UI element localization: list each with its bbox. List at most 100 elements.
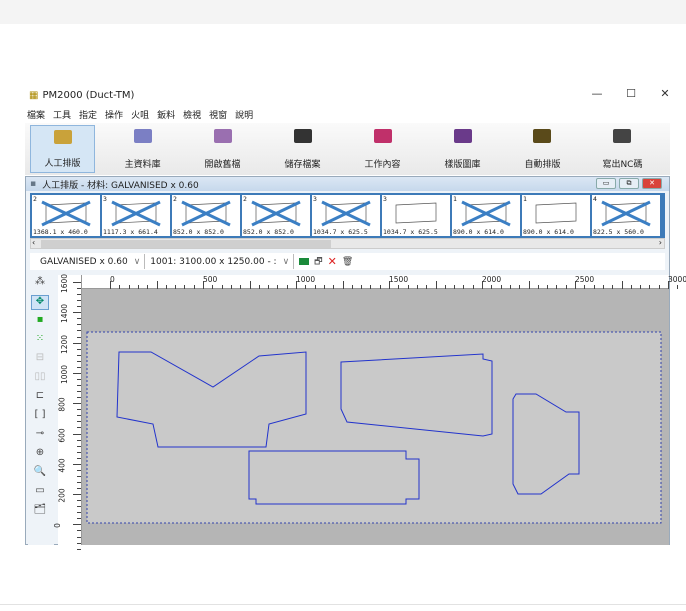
ruler-tick xyxy=(77,536,81,538)
nesting-canvas[interactable] xyxy=(82,289,669,545)
part-count: 3 xyxy=(103,195,107,203)
toolbar-button[interactable]: 儲存檔案 xyxy=(270,125,335,173)
save-icon xyxy=(293,129,312,143)
scroll-right-icon[interactable]: › xyxy=(659,238,662,247)
maximize-button[interactable]: ☐ xyxy=(621,87,641,100)
toolbar-button[interactable]: 自動排版 xyxy=(510,125,575,173)
toolbar-button[interactable]: 樣版圖庫 xyxy=(430,125,495,173)
menu-item[interactable]: 檢視 xyxy=(183,108,201,121)
menu-item[interactable]: 工具 xyxy=(53,108,71,121)
corner-icon[interactable]: ⊏ xyxy=(31,390,49,405)
sheet-properties-icon[interactable]: 🗗 xyxy=(314,254,322,270)
menu-item[interactable]: 火咀 xyxy=(131,108,149,121)
ruler-tick xyxy=(77,488,81,490)
ruler-tick xyxy=(77,445,81,447)
ruler-tick xyxy=(77,378,81,380)
child-minimize-button[interactable]: ▭ xyxy=(596,178,616,189)
part-thumbnail[interactable]: 2 1368.1 x 460.0 xyxy=(32,195,100,236)
placed-cross-icon xyxy=(111,200,161,227)
horizontal-icon[interactable]: ⊸ xyxy=(31,428,49,443)
title-bar: ▦ PM2000 (Duct-TM) — ☐ ✕ xyxy=(25,85,670,105)
part-thumbnail[interactable]: 2 852.0 x 852.0 xyxy=(242,195,310,236)
ruler-x-label: 2000 xyxy=(482,275,502,284)
part-thumbnail-strip: 2 1368.1 x 460.0 3 1117.3 x 661.4 2 852.0 x 8… xyxy=(30,193,665,238)
add-part-icon[interactable]: ▪ xyxy=(31,314,49,329)
close-button[interactable]: ✕ xyxy=(655,87,675,100)
sheet-list-icon[interactable]: 🗂 xyxy=(31,504,49,519)
scrollbar-thumb[interactable] xyxy=(41,240,331,248)
child-close-button[interactable]: ✕ xyxy=(642,178,662,189)
ruler-tick xyxy=(77,324,81,326)
zoom-icon[interactable]: 🔍 xyxy=(31,466,49,481)
mirror-icon[interactable]: ⊟ xyxy=(31,352,49,367)
toolbar-button-label: 人工排版 xyxy=(44,159,81,169)
part-preview xyxy=(181,200,231,227)
material-select[interactable]: GALVANISED x 0.60 ∨ xyxy=(40,254,146,269)
select-parts-icon[interactable]: ⁂ xyxy=(31,276,49,291)
ruler-y-label: 1000 xyxy=(60,364,70,384)
thumbnail-scrollbar[interactable]: ‹ › xyxy=(30,238,665,249)
toolbar-button-label: 開啟舊檔 xyxy=(204,160,241,170)
menu-item[interactable]: 視窗 xyxy=(209,108,227,121)
part-size: 890.0 x 614.0 xyxy=(523,228,574,236)
ruler-tick xyxy=(77,409,81,411)
part-thumbnail[interactable]: 3 1117.3 x 661.4 xyxy=(102,195,170,236)
ruler-tick xyxy=(77,397,81,399)
ruler-tick xyxy=(482,281,483,289)
scroll-left-icon[interactable]: ‹ xyxy=(32,238,35,247)
menu-item[interactable]: 說明 xyxy=(235,108,253,121)
toolbar-button[interactable]: 工作內容 xyxy=(350,125,415,173)
ruler-tick xyxy=(77,354,81,356)
menu-item[interactable]: 鈑料 xyxy=(157,108,175,121)
part-preview xyxy=(321,200,371,227)
vertical-icon[interactable]: ⊕ xyxy=(31,447,49,462)
part-thumbnail[interactable]: 3 1034.7 x 625.5 xyxy=(312,195,380,236)
group-parts-icon[interactable]: ⁙ xyxy=(31,333,49,348)
part-size: 852.0 x 852.0 xyxy=(243,228,294,236)
toolbar-button[interactable]: 開啟舊檔 xyxy=(190,125,255,173)
toolbar-button-label: 寫出NC碼 xyxy=(602,160,643,170)
align-icon[interactable]: ▯▯ xyxy=(31,371,49,386)
child-title: 人工排版 - 材料: GALVANISED x 0.60 xyxy=(42,180,199,191)
ruler-tick xyxy=(668,281,669,289)
move-icon[interactable]: ✥ xyxy=(31,295,49,310)
menu-item[interactable]: 指定 xyxy=(79,108,97,121)
delete-icon[interactable]: ✕ xyxy=(328,255,337,268)
child-restore-button[interactable]: ⧉ xyxy=(619,178,639,189)
manual-nesting-icon xyxy=(53,130,72,144)
ruler-tick xyxy=(296,281,297,289)
sheet-icon[interactable] xyxy=(299,258,310,265)
top-band xyxy=(0,0,686,24)
ruler-y-label: 0 xyxy=(52,523,62,529)
toolbar-button[interactable]: 主資料庫 xyxy=(110,125,175,173)
part-preview xyxy=(111,200,161,227)
toolbar-button[interactable]: 人工排版 xyxy=(30,125,96,173)
part-thumbnail[interactable]: 4 822.5 x 560.0 xyxy=(592,195,660,236)
ruler-tick xyxy=(435,281,437,289)
sheet-value: 1001: 3100.00 x 1250.00 - : xyxy=(150,256,277,267)
bracket-icon[interactable]: [ ] xyxy=(31,409,49,424)
part-preview xyxy=(461,200,511,227)
measure-icon[interactable]: ▭ xyxy=(31,485,49,500)
part-thumbnail[interactable]: 1 890.0 x 614.0 xyxy=(452,195,520,236)
menu-item[interactable]: 操作 xyxy=(105,108,123,121)
menu-item[interactable]: 檔案 xyxy=(27,108,45,121)
placed-cross-icon xyxy=(181,200,231,227)
part-thumbnail[interactable]: 2 852.0 x 852.0 xyxy=(172,195,240,236)
material-value: GALVANISED x 0.60 xyxy=(40,256,128,267)
child-window-icon: ▪ xyxy=(30,179,37,189)
part-count: 1 xyxy=(453,195,457,203)
part-thumbnail[interactable]: 3 1034.7 x 625.5 xyxy=(382,195,450,236)
bottom-divider xyxy=(0,604,686,605)
ruler-tick xyxy=(73,372,81,374)
part-thumbnail[interactable]: 1 890.0 x 614.0 xyxy=(522,195,590,236)
horizontal-ruler: 0 500 1000 1500 2000 2500 3000 xyxy=(82,275,686,289)
toolbar-button[interactable]: 寫出NC碼 xyxy=(590,125,655,173)
ruler-tick xyxy=(156,281,158,289)
ruler-tick xyxy=(77,542,81,544)
trash-icon[interactable]: 🗑 xyxy=(342,257,353,267)
sheet-select[interactable]: 1001: 3100.00 x 1250.00 - : ∨ xyxy=(150,254,295,269)
toolbar-button-label: 儲存檔案 xyxy=(284,160,321,170)
minimize-button[interactable]: — xyxy=(587,87,607,100)
ruler-tick xyxy=(249,281,251,289)
